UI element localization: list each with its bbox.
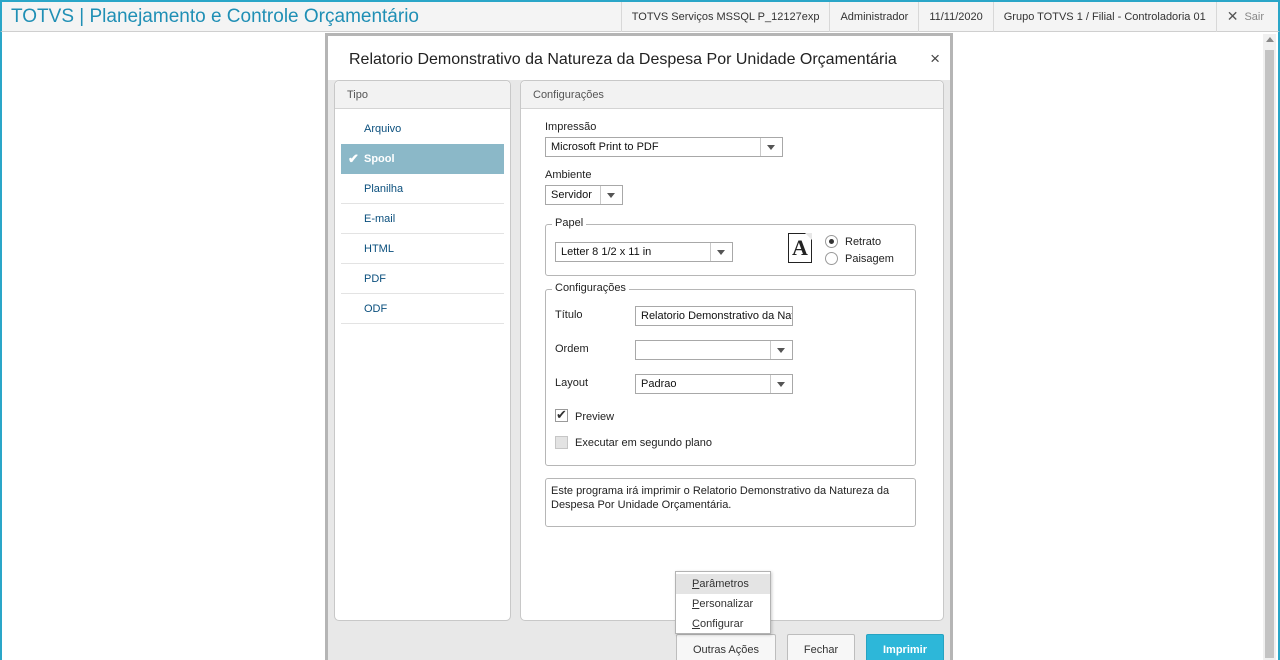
tipo-item-email[interactable]: E-mail [341,204,504,234]
close-icon[interactable]: × [930,49,940,69]
titulo-input[interactable]: Relatorio Demonstrativo da Natı [635,306,793,326]
date-info[interactable]: 11/11/2020 [918,1,992,32]
print-button[interactable]: Imprimir [866,634,944,660]
papel-legend: Papel [552,217,587,229]
tipo-item-arquivo[interactable]: Arquivo [341,114,504,144]
page-scrollbar[interactable] [1263,34,1276,660]
layout-label: Layout [555,377,589,389]
preview-checkbox[interactable] [555,407,568,423]
tipo-panel: Tipo Arquivo ✔ Spool Planilha E-mail HTM… [334,80,511,621]
ordem-select[interactable] [635,340,793,360]
menu-item-parametros-label: arâmetros [699,578,749,590]
impressao-label: Impressão [545,121,597,133]
app-title: TOTVS | Planejamento e Controle Orçament… [11,5,419,27]
check-icon: ✔ [348,151,359,166]
app-header: TOTVS | Planejamento e Controle Orçament… [0,0,1280,32]
scroll-up-icon[interactable] [1266,37,1274,42]
ordem-label: Ordem [555,343,589,355]
ambiente-value: Servidor [551,189,592,201]
impressao-value: Microsoft Print to PDF [551,141,659,153]
tipo-item-odf[interactable]: ODF [341,294,504,324]
dialog-header: Relatorio Demonstrativo da Natureza da D… [328,36,950,80]
scrollbar-thumb[interactable] [1265,50,1274,658]
exit-label: Sair [1244,10,1264,23]
environment-info[interactable]: TOTVS Serviços MSSQL P_12127exp [620,1,830,32]
ambiente-select[interactable]: Servidor [545,185,623,205]
program-description: Este programa irá imprimir o Relatorio D… [545,478,916,527]
config-panel: Configurações Impressão Microsoft Print … [520,80,944,621]
preview-label: Preview [575,411,615,423]
close-icon: ✕ [1226,8,1239,24]
chevron-down-icon[interactable] [710,243,732,261]
dialog-title: Relatorio Demonstrativo da Natureza da D… [349,51,897,68]
chevron-down-icon[interactable] [760,138,782,156]
menu-item-configurar-label: onfigurar [699,618,744,630]
config-panel-title: Configurações [521,81,943,109]
chevron-down-icon[interactable] [770,341,792,359]
paisagem-label: Paisagem [845,253,894,265]
user-info[interactable]: Administrador [829,1,918,32]
impressao-select[interactable]: Microsoft Print to PDF [545,137,783,157]
tipo-item-planilha[interactable]: Planilha [341,174,504,204]
retrato-label: Retrato [845,236,882,248]
paper-orientation-icon: A [788,233,812,263]
paper-size-select[interactable]: Letter 8 1/2 x 11 in [555,242,733,262]
tipo-item-label: Spool [364,153,395,165]
print-dialog: Relatorio Demonstrativo da Natureza da D… [325,33,953,660]
other-actions-button[interactable]: Outras Ações [676,634,776,660]
papel-group: Papel Letter 8 1/2 x 11 in A Retrato Pai… [545,217,916,276]
configuracoes-legend: Configurações [552,282,629,294]
layout-select[interactable]: Padrao [635,374,793,394]
menu-item-personalizar-label: ersonalizar [699,598,754,610]
menu-item-personalizar[interactable]: Personalizar [676,594,770,614]
background-checkbox[interactable] [555,436,568,449]
tipo-item-spool[interactable]: ✔ Spool [341,144,504,174]
close-button[interactable]: Fechar [787,634,855,660]
page-border-left [0,32,2,660]
paisagem-radio[interactable] [825,252,838,265]
retrato-radio[interactable] [825,235,838,248]
menu-item-parametros[interactable]: Parâmetros [676,574,770,594]
branch-info[interactable]: Grupo TOTVS 1 / Filial - Controladoria 0… [992,1,1216,32]
chevron-down-icon[interactable] [600,186,622,204]
titulo-label: Título [555,309,583,321]
configuracoes-group: Configurações Título Relatorio Demonstra… [545,282,916,466]
tipo-item-html[interactable]: HTML [341,234,504,264]
exit-button[interactable]: ✕ Sair [1215,1,1278,32]
tipo-panel-title: Tipo [335,81,510,109]
chevron-down-icon[interactable] [770,375,792,393]
menu-item-configurar-mnemonic: C [692,618,700,630]
menu-item-configurar[interactable]: Configurar [676,614,770,634]
tipo-item-pdf[interactable]: PDF [341,264,504,294]
paper-size-value: Letter 8 1/2 x 11 in [561,246,652,258]
ambiente-label: Ambiente [545,169,592,181]
tipo-list: Arquivo ✔ Spool Planilha E-mail HTML PDF… [335,109,510,324]
other-actions-menu: Parâmetros Personalizar Configurar [675,571,771,634]
layout-value: Padrao [641,378,677,390]
background-label: Executar em segundo plano [575,437,712,449]
